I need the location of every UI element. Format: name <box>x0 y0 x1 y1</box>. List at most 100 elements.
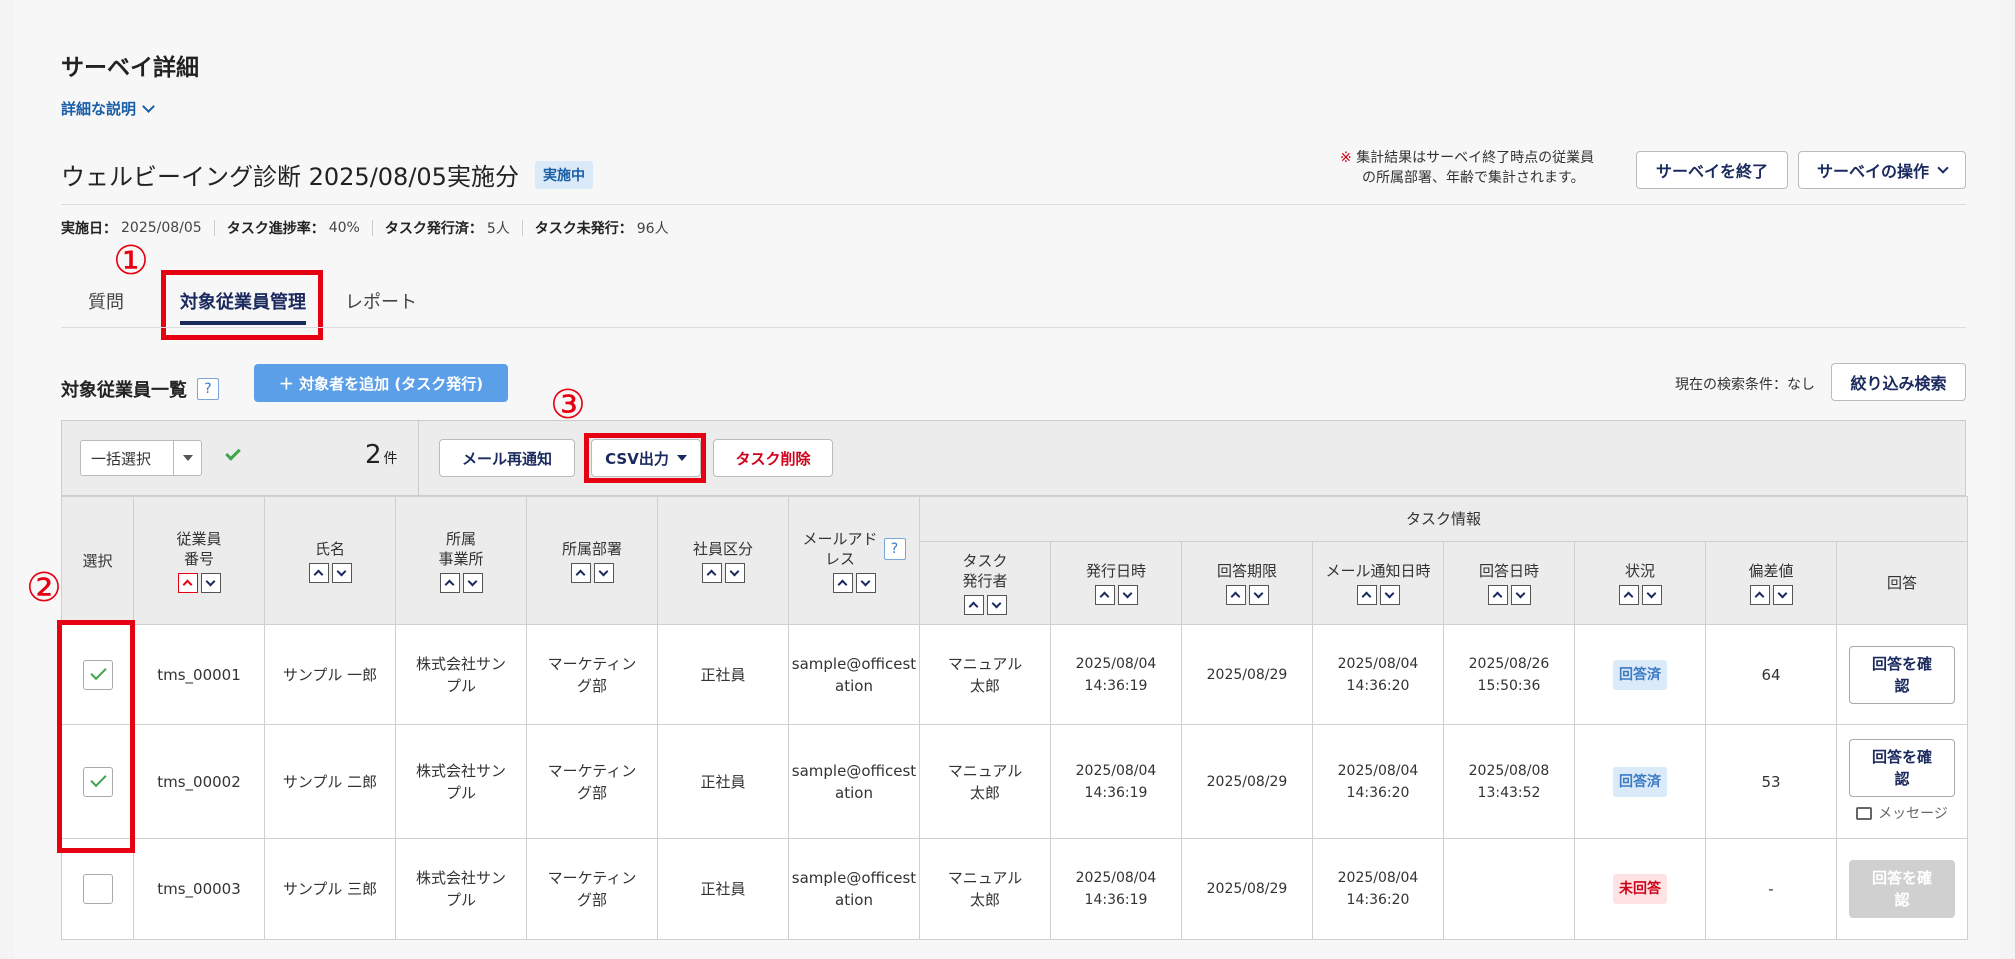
sort-asc-icon[interactable] <box>308 562 329 583</box>
deviation-cell: - <box>1705 838 1837 940</box>
selected-count: 2件 <box>365 440 398 470</box>
sort-desc-icon[interactable] <box>855 572 876 593</box>
sort-asc-icon[interactable] <box>1356 585 1377 605</box>
sort-asc-icon[interactable] <box>1094 585 1115 605</box>
bulk-select-label: 一括選択 <box>91 449 152 468</box>
sort-asc-icon[interactable] <box>963 595 984 615</box>
chevron-down-icon <box>1937 162 1949 174</box>
meta-label: タスク未発行： <box>534 221 633 237</box>
annotation-1: ① <box>113 238 149 284</box>
sort-asc-icon[interactable] <box>832 572 853 593</box>
header-answered-at: 回答日時 <box>1443 541 1575 625</box>
meta-value: 96人 <box>636 221 669 237</box>
sort-desc-icon[interactable] <box>1379 585 1400 605</box>
status-cell: 回答済 <box>1574 724 1706 839</box>
survey-meta: 実施日： 2025/08/05 タスク進捗率： 40% タスク発行済： 5人 タスク未… <box>61 218 669 238</box>
sort-asc-icon[interactable] <box>570 562 591 583</box>
sort-desc-icon[interactable] <box>593 562 614 583</box>
answered-at-cell: 2025/08/26 15:50:36 <box>1443 624 1575 725</box>
view-answer-button[interactable]: 回答を確認 <box>1849 860 1955 918</box>
name-cell: サンプル 二郎 <box>264 724 396 839</box>
header-status: 状況 <box>1574 541 1706 625</box>
issuer-cell: マニュアル 太郎 <box>919 624 1051 725</box>
dept-cell: マーケティン グ部 <box>526 838 658 940</box>
highlight-box-3 <box>584 433 706 483</box>
status-cell: 未回答 <box>1574 838 1706 940</box>
sort-asc-icon[interactable] <box>1225 585 1246 605</box>
sort-desc-icon[interactable] <box>1772 585 1793 605</box>
header-issued-at: 発行日時 <box>1050 541 1182 625</box>
table-row: tms_00002 サンプル 二郎 株式会社サン プル マーケティン グ部 正社員 … <box>61 724 1969 839</box>
meta-label: タスク発行済： <box>384 221 483 237</box>
office-cell: 株式会社サン プル <box>395 838 527 940</box>
sort-desc-icon[interactable] <box>200 572 221 593</box>
header-emp-type: 社員区分 <box>657 496 789 625</box>
highlight-box-1 <box>161 270 323 340</box>
header-select: 選択 <box>61 496 134 625</box>
status-badge: 回答済 <box>1613 659 1667 690</box>
view-answer-button[interactable]: 回答を確認 <box>1849 738 1955 797</box>
header-emp-no: 従業員 番号 <box>133 496 265 625</box>
header-name: 氏名 <box>264 496 396 625</box>
emp-no-cell: tms_00002 <box>133 724 265 839</box>
table-row: tms_00001 サンプル 一郎 株式会社サン プル マーケティン グ部 正社員 … <box>61 624 1969 725</box>
sort-asc-icon[interactable] <box>1618 585 1639 605</box>
status-cell: 回答済 <box>1574 624 1706 725</box>
deadline-cell: 2025/08/29 <box>1181 624 1313 725</box>
sort-desc-icon[interactable] <box>1510 585 1531 605</box>
description-toggle[interactable]: 詳細な説明 <box>61 98 155 119</box>
sort-asc-icon[interactable] <box>1487 585 1508 605</box>
sort-desc-icon[interactable] <box>1641 585 1662 605</box>
sort-asc-icon[interactable] <box>1749 585 1770 605</box>
emp-type-cell: 正社員 <box>657 624 789 725</box>
meta-separator <box>213 220 215 236</box>
meta-separator <box>371 220 373 236</box>
emp-no-cell: tms_00001 <box>133 624 265 725</box>
sort-asc-icon[interactable] <box>439 572 460 593</box>
resend-mail-button[interactable]: メール再通知 <box>439 439 575 477</box>
sort-desc-icon[interactable] <box>986 595 1007 615</box>
divider <box>61 204 1966 205</box>
add-target-button[interactable]: ＋ 対象者を追加 (タスク発行) <box>254 364 508 402</box>
sort-desc-icon[interactable] <box>462 572 483 593</box>
annotation-2: ② <box>26 565 62 611</box>
notified-cell: 2025/08/04 14:36:20 <box>1312 724 1444 839</box>
delete-task-button[interactable]: タスク削除 <box>713 439 833 477</box>
sort-asc-icon[interactable] <box>701 562 722 583</box>
note-line-1: 集計結果はサーベイ終了時点の従業員 <box>1356 150 1595 166</box>
mail-cell: sample@officest ation <box>788 838 920 940</box>
help-icon[interactable]: ? <box>883 537 906 560</box>
survey-ops-button[interactable]: サーベイの操作 <box>1798 151 1966 189</box>
tab-report[interactable]: レポート <box>345 288 417 314</box>
tab-questions[interactable]: 質問 <box>88 288 124 314</box>
help-icon[interactable]: ? <box>197 378 219 400</box>
sort-desc-icon[interactable] <box>1248 585 1269 605</box>
filter-search-button[interactable]: 絞り込み検索 <box>1831 363 1966 401</box>
description-toggle-label: 詳細な説明 <box>61 100 137 118</box>
answer-cell: 回答を確認 <box>1835 838 1969 940</box>
view-answer-button[interactable]: 回答を確認 <box>1849 645 1955 704</box>
meta-value: 5人 <box>486 221 510 237</box>
search-condition: 現在の検索条件：なし <box>1675 377 1815 393</box>
sort-desc-icon[interactable] <box>331 562 352 583</box>
row-checkbox[interactable] <box>82 874 113 904</box>
sort-asc-icon[interactable] <box>177 572 198 593</box>
sort-desc-icon[interactable] <box>724 562 745 583</box>
issuer-cell: マニュアル 太郎 <box>919 724 1051 839</box>
office-cell: 株式会社サン プル <box>395 624 527 725</box>
bulk-select-dropdown[interactable]: 一括選択 <box>80 440 202 476</box>
notified-cell: 2025/08/04 14:36:20 <box>1312 838 1444 940</box>
list-title-row: 対象従業員一覧 ? <box>61 376 219 402</box>
end-survey-button[interactable]: サーベイを終了 <box>1636 151 1788 189</box>
chevron-down-icon <box>142 99 155 113</box>
table-row: tms_00003 サンプル 三郎 株式会社サン プル マーケティン グ部 正社員 … <box>61 838 1969 940</box>
issuer-cell: マニュアル 太郎 <box>919 838 1051 940</box>
emp-type-cell: 正社員 <box>657 724 789 839</box>
status-badge: 未回答 <box>1613 874 1667 904</box>
sort-desc-icon[interactable] <box>1117 585 1138 605</box>
survey-name: ウェルビーイング診断 2025/08/05実施分 <box>61 163 519 191</box>
message-link[interactable]: メッセージ <box>1837 803 1967 825</box>
header-mail: メールアド レス? <box>788 496 920 625</box>
name-cell: サンプル 三郎 <box>264 838 396 940</box>
selected-count-unit: 件 <box>383 451 398 467</box>
